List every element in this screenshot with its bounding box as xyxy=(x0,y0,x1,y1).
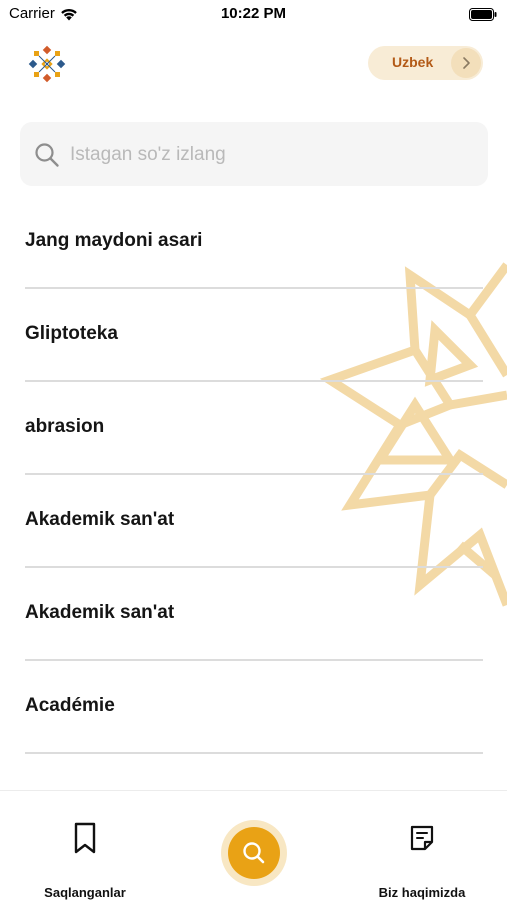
tab-about-label: Biz haqimizda xyxy=(378,885,466,900)
list-item[interactable]: abrasion xyxy=(25,382,483,475)
battery-icon xyxy=(469,8,497,21)
search-icon xyxy=(35,143,59,167)
search-input[interactable] xyxy=(68,134,472,176)
list-item-label: abrasion xyxy=(25,416,105,437)
list-item[interactable]: Gliptoteka xyxy=(25,289,483,382)
tab-about[interactable]: Biz haqimizda xyxy=(337,791,507,901)
tab-saved[interactable]: Saqlanganlar xyxy=(0,791,170,901)
language-label: Uzbek xyxy=(392,54,434,70)
bookmark-icon xyxy=(74,822,96,854)
list-item[interactable]: Akademik san'at xyxy=(25,475,483,568)
tab-saved-label: Saqlanganlar xyxy=(44,885,126,900)
list-item-label: Gliptoteka xyxy=(25,323,118,344)
list-item-label: Akademik san'at xyxy=(25,602,175,623)
word-list: Jang maydoni asari Gliptoteka abrasion A… xyxy=(0,196,507,754)
status-time: 10:22 PM xyxy=(220,5,287,22)
language-selector-button[interactable]: Uzbek xyxy=(368,46,483,80)
status-bar: Carrier 10:22 PM xyxy=(0,0,507,30)
app-header: Uzbek xyxy=(0,40,507,86)
list-item[interactable]: Jang maydoni asari xyxy=(25,196,483,289)
tab-search-button[interactable] xyxy=(221,820,287,886)
search-icon xyxy=(243,842,265,864)
search-bar[interactable] xyxy=(20,122,488,186)
app-logo-icon xyxy=(28,45,66,83)
list-item[interactable]: Académie xyxy=(25,661,483,754)
chevron-right-icon xyxy=(451,48,481,78)
list-item-label: Akademik san'at xyxy=(25,509,175,530)
list-item-label: Jang maydoni asari xyxy=(25,230,203,251)
note-icon xyxy=(410,825,434,851)
bottom-tab-bar: Saqlanganlar Biz haqimizda xyxy=(0,790,507,901)
list-item-label: Académie xyxy=(25,695,115,716)
tab-search-inner xyxy=(228,827,280,879)
list-item[interactable]: Akademik san'at xyxy=(25,568,483,661)
